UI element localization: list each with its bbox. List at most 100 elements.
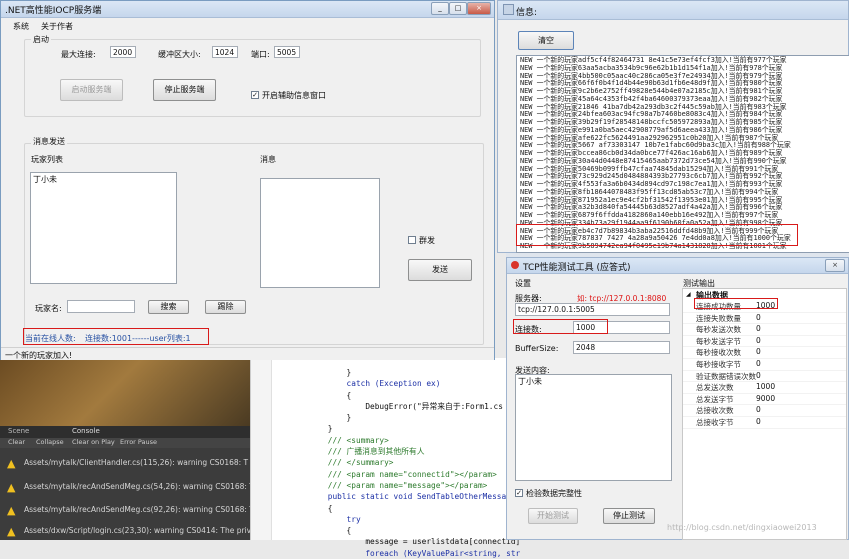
code-text: } catch (Exception ex) { DebugError("异常来… [309, 367, 520, 559]
stat-value: 9000 [756, 393, 776, 403]
menu-about[interactable]: 关于作者 [41, 21, 73, 32]
clear-button[interactable]: 清空 [518, 31, 574, 50]
stat-value: 0 [756, 335, 761, 345]
code-line: /// <summary> [309, 435, 389, 445]
warning-text: Assets/mytalk/ClientHandler.cs(115,26): … [24, 458, 249, 467]
aux-window-checkbox[interactable]: ✓ [251, 91, 259, 99]
tcp-titlebar: TCP性能测试工具 (应答式) × [507, 258, 848, 274]
send-button[interactable]: 发送 [408, 259, 472, 281]
player-list-label: 玩家列表 [31, 155, 63, 164]
aux-window-label: 开启辅助信息窗口 [262, 91, 326, 100]
stat-value: 0 [756, 416, 761, 426]
max-conn-field[interactable]: 2000 [110, 46, 136, 58]
code-line: /// <param name="connectid"></param> [309, 469, 497, 479]
clear-button[interactable]: Clear [8, 438, 25, 446]
stat-row: 每秒发送次数 0 [683, 324, 846, 336]
send-content-text: 丁小未 [518, 377, 542, 386]
status-bar-text: 一个新的玩家加入! [5, 351, 73, 360]
tab-console[interactable]: Console [72, 427, 100, 435]
buffer-size-field[interactable]: 1024 [212, 46, 238, 58]
info-window: 信息: 清空 NEW 一个新的玩家adf5cf4f82464731 8e41c5… [497, 0, 849, 253]
console-toolbar: Clear Collapse Clear on Play Error Pause [0, 438, 250, 448]
tcp-window-title: TCP性能测试工具 (应答式) [523, 263, 631, 273]
error-pause-button[interactable]: Error Pause [120, 438, 157, 446]
stat-name: 总接收次数 [696, 406, 734, 416]
list-item[interactable]: 丁小未 [33, 174, 57, 185]
stat-value: 0 [756, 347, 761, 357]
player-name-field[interactable] [67, 300, 135, 313]
code-line: /// 广播消息到其他所有人 [309, 447, 425, 457]
verify-checkbox[interactable]: ✓ [515, 489, 523, 497]
server-window: .NET高性能IOCP服务端 _ □ × 系统 关于作者 启动 最大连接: 20… [0, 0, 495, 360]
console-warning-3[interactable]: ▲ Assets/mytalk/recAndSendMeg.cs(92,26):… [0, 501, 254, 519]
broadcast-label: 群发 [419, 236, 435, 245]
stat-name: 验证数据错误次数 [696, 371, 756, 381]
maximize-icon[interactable]: □ [449, 2, 467, 15]
console-warning-2[interactable]: ▲ Assets/mytalk/recAndSendMeg.cs(54,26):… [0, 478, 254, 496]
stat-row: 每秒发送字节 0 [683, 336, 846, 348]
stat-row: 总发送次数 1000 [683, 382, 846, 394]
send-content-textarea[interactable]: 丁小未 [515, 374, 672, 481]
server-field[interactable]: tcp://127.0.0.1:5005 [515, 303, 670, 316]
console-warning-4[interactable]: ▲ Assets/dxw/Script/login.cs(23,30): war… [0, 522, 251, 540]
buffer-size-label: 缓冲区大小: [158, 50, 201, 59]
stat-row: 每秒接收次数 0 [683, 347, 846, 359]
stat-value: 1000 [756, 382, 776, 392]
unity-tabbar: Scene Console [0, 426, 250, 438]
code-editor[interactable]: } catch (Exception ex) { DebugError("异常来… [250, 358, 520, 558]
code-line: public static void SendTableOtherMessage… [309, 492, 521, 502]
game-view [0, 358, 250, 426]
stat-row: 连接失败数量 0 [683, 313, 846, 325]
status-bar: 一个新的玩家加入! [1, 347, 494, 360]
message-group-label: 消息发送 [31, 136, 67, 147]
stats-grid: 连接成功数量 1000 连接失败数量 0 每秒发送次数 0 每秒发送字节 0 每秒接收次数 0 每秒… [683, 301, 846, 429]
code-line: /// <param name="message"></param> [309, 480, 488, 490]
stat-row: 每秒接收字节 0 [683, 359, 846, 371]
stat-name: 每秒接收次数 [696, 348, 741, 358]
kick-button[interactable]: 踢除 [205, 300, 246, 314]
port-field[interactable]: 5005 [274, 46, 300, 58]
console-warning-1[interactable]: ▲ Assets/mytalk/ClientHandler.cs(115,26)… [0, 454, 250, 472]
stat-name: 每秒接收字节 [696, 359, 741, 369]
close-icon[interactable]: × [825, 259, 845, 272]
code-line: foreach (KeyValuePair<string, str [309, 548, 521, 558]
code-line: /// </summary> [309, 458, 394, 468]
stat-value: 0 [756, 324, 761, 334]
unity-panel: Scene Console Clear Collapse Clear on Pl… [0, 358, 254, 540]
stop-test-button[interactable]: 停止测试 [603, 508, 655, 524]
start-test-button[interactable]: 开始测试 [528, 508, 578, 524]
warning-text: Assets/mytalk/recAndSendMeg.cs(54,26): w… [24, 482, 254, 491]
stat-row: 总接收次数 0 [683, 405, 846, 417]
highlight-box [516, 224, 798, 246]
buffer-size-field[interactable]: 2048 [573, 341, 670, 354]
collapse-button[interactable]: Collapse [36, 438, 64, 446]
code-line: DebugError("异常来自于:Form1.cs A [309, 401, 513, 411]
start-server-button[interactable]: 启动服务端 [60, 79, 123, 101]
buffer-size-label: BufferSize: [515, 344, 559, 353]
player-list[interactable]: 丁小未 [30, 172, 177, 284]
tab-scene[interactable]: Scene [8, 427, 29, 435]
stat-name: 总接收字节 [696, 417, 734, 427]
stat-value: 0 [756, 405, 761, 415]
broadcast-checkbox[interactable] [408, 236, 416, 244]
stat-value: 0 [756, 370, 761, 380]
expand-icon[interactable]: ◢ [686, 291, 691, 298]
startup-group-label: 启动 [31, 34, 51, 45]
clear-on-play-button[interactable]: Clear on Play [72, 438, 115, 446]
stat-value: 0 [756, 358, 761, 368]
info-window-title: 信息: [516, 8, 538, 18]
warning-icon: ▲ [7, 525, 16, 538]
close-icon[interactable]: × [467, 2, 491, 15]
message-textarea[interactable] [260, 178, 380, 288]
code-line: } [309, 368, 352, 377]
menu-system[interactable]: 系统 [13, 21, 29, 32]
search-button[interactable]: 搜索 [148, 300, 189, 314]
message-label: 消息 [260, 155, 276, 164]
stop-server-button[interactable]: 停止服务端 [153, 79, 216, 101]
code-line: } [309, 424, 333, 434]
stat-row: 验证数据错误次数 0 [683, 371, 846, 383]
minimize-icon[interactable]: _ [431, 2, 449, 15]
verify-label: 检验数据完整性 [526, 489, 582, 498]
stats-panel: ◢ 输出数据 连接成功数量 1000 连接失败数量 0 每秒发送次数 0 每秒发送字节 0 每秒… [682, 288, 847, 540]
tcp-window: TCP性能测试工具 (应答式) × 设置 测试输出 服务器: 如: tcp://… [506, 257, 849, 540]
